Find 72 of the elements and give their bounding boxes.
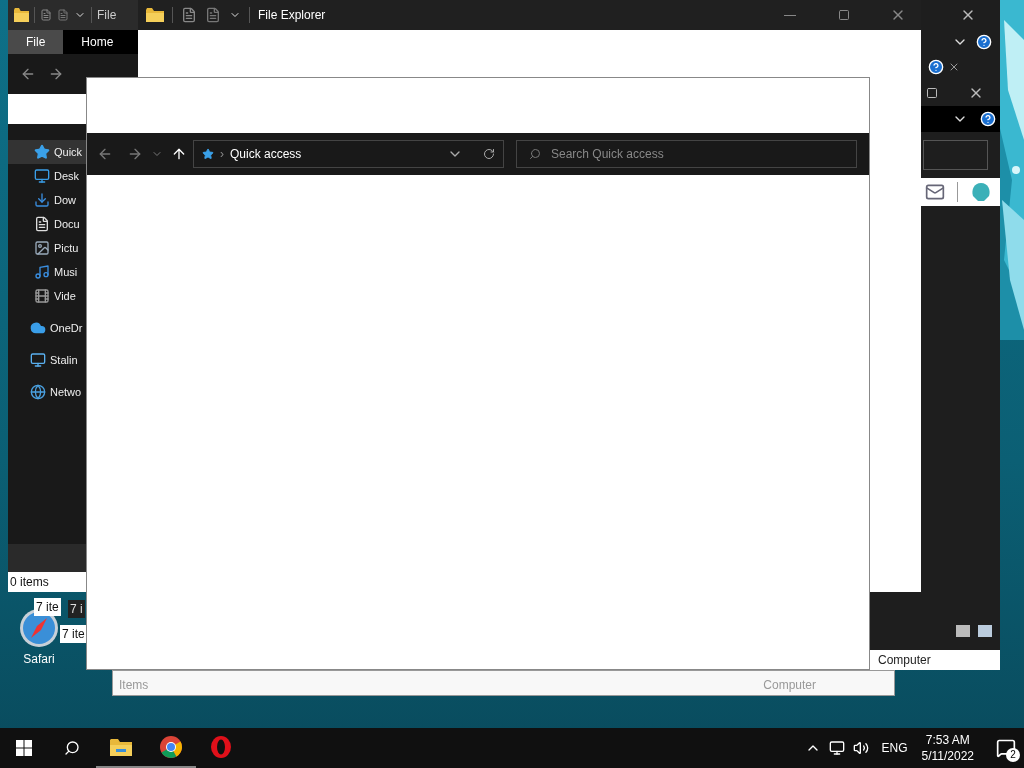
maximize-icon[interactable]	[926, 87, 938, 99]
document-icon	[34, 216, 50, 232]
properties-icon[interactable]	[181, 7, 197, 23]
desktop-icon	[34, 168, 50, 184]
nav-item[interactable]: Docu	[8, 212, 86, 236]
cloud-icon	[30, 320, 46, 336]
status-text: Items	[119, 677, 149, 694]
windows-logo-icon	[16, 740, 32, 756]
icon-label[interactable]: Safari	[23, 650, 55, 668]
address-text: Quick access	[230, 146, 302, 163]
window-title: File Explorer	[258, 7, 326, 24]
notifications-icon	[996, 738, 1016, 758]
star-icon	[202, 148, 214, 160]
window-title: File	[97, 7, 117, 24]
tiles-view-icon[interactable]	[978, 625, 992, 637]
minimize-icon	[784, 14, 796, 16]
search-icon	[529, 148, 541, 160]
item-count: 7 i	[68, 600, 85, 618]
volume-icon[interactable]	[853, 740, 870, 756]
properties-icon[interactable]	[40, 9, 52, 21]
notifications-button[interactable]: 2	[988, 728, 1024, 768]
up-icon[interactable]	[171, 146, 187, 162]
maximize-icon	[838, 9, 850, 21]
status-text: 0 items	[10, 574, 49, 591]
folder-icon	[14, 8, 29, 22]
search-input[interactable]: Search Quick access	[551, 145, 844, 163]
address-field[interactable]	[923, 140, 988, 170]
ribbon-tab[interactable]: File	[8, 30, 64, 54]
download-icon	[34, 192, 50, 208]
network-icon[interactable]	[829, 740, 846, 756]
folder-icon	[146, 8, 164, 22]
breadcrumb-separator: ›	[220, 146, 224, 163]
search-field[interactable]: Search Quick access	[516, 140, 857, 168]
status-text: Computer	[763, 677, 816, 694]
search-icon	[64, 740, 80, 756]
back-icon[interactable]	[97, 146, 113, 162]
nav-item[interactable]: Vide	[8, 284, 86, 308]
star-icon	[34, 144, 50, 160]
nav-item[interactable]: OneDr	[8, 316, 86, 340]
notification-count: 2	[1006, 748, 1020, 762]
item-count: 7 ite	[34, 598, 61, 616]
nav-item[interactable]: Musi	[8, 260, 86, 284]
music-icon	[34, 264, 50, 280]
nav-item[interactable]: Dow	[8, 188, 86, 212]
network-icon	[30, 384, 46, 400]
ring-icon	[210, 736, 232, 758]
back-icon[interactable]	[20, 66, 36, 82]
help-icon[interactable]	[980, 111, 996, 127]
nav-item[interactable]: Pictu	[8, 236, 86, 260]
film-icon	[34, 288, 50, 304]
nav-item[interactable]: Stalin	[8, 348, 86, 372]
nav-item[interactable]: Netwo	[8, 380, 86, 404]
help-icon[interactable]	[976, 34, 992, 50]
language-indicator[interactable]: ENG	[881, 739, 908, 757]
envelope-icon[interactable]	[925, 182, 945, 202]
forward-icon[interactable]	[127, 146, 143, 162]
folder-icon	[110, 738, 132, 756]
forward-icon[interactable]	[48, 66, 64, 82]
help-icon[interactable]	[928, 59, 944, 75]
browser-icon	[160, 736, 182, 758]
new-document-icon[interactable]	[205, 7, 221, 23]
close-icon[interactable]	[948, 61, 960, 73]
nav-item[interactable]: Quick	[8, 140, 86, 164]
picture-icon	[34, 240, 50, 256]
status-text: Computer	[878, 652, 931, 669]
computer-icon	[30, 352, 46, 368]
new-document-icon[interactable]	[57, 9, 69, 21]
address-field[interactable]: › Quick access	[193, 140, 504, 168]
clock[interactable]: 7:53 AM 5/11/2022	[921, 732, 974, 764]
nav-item[interactable]: Desk	[8, 164, 86, 188]
refresh-icon[interactable]	[483, 148, 495, 160]
item-count: 7 ite	[60, 625, 87, 643]
